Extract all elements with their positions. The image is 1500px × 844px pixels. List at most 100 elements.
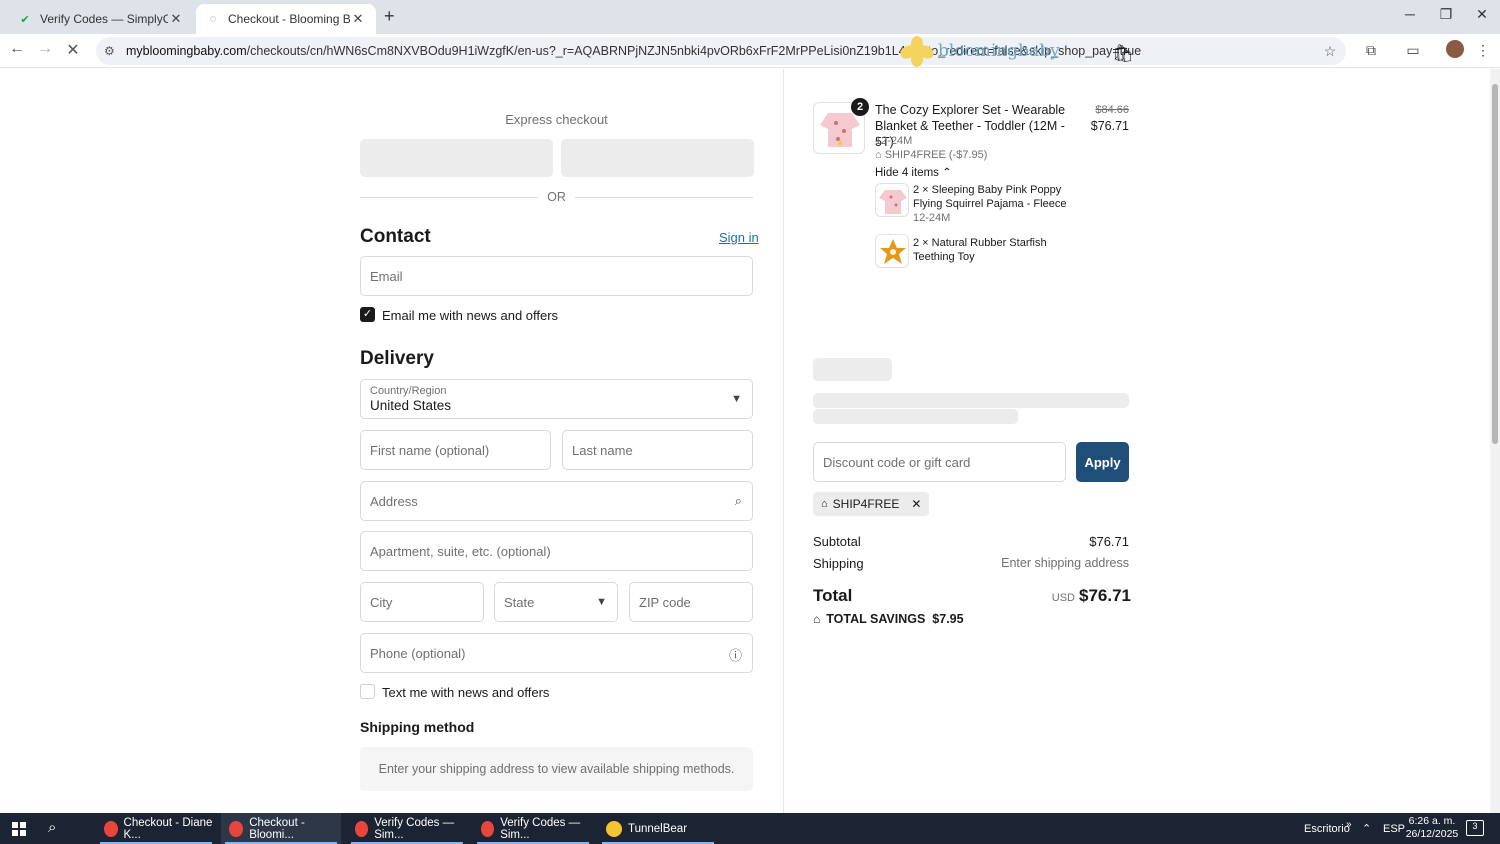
brand-logo[interactable]: bloomingbaby xyxy=(898,36,1060,67)
chrome-icon xyxy=(355,820,369,837)
scrollbar-thumb[interactable] xyxy=(1492,84,1498,444)
shopping-bag-icon[interactable]: 🛍 xyxy=(1112,44,1134,64)
order-summary-column xyxy=(783,69,1490,813)
tag-icon: ⌂ xyxy=(875,149,885,161)
flower-logo-icon xyxy=(898,36,936,67)
country-value: United States xyxy=(370,398,452,413)
stop-icon[interactable]: ✕ xyxy=(62,40,84,60)
clock-time: 6:26 a. m. xyxy=(1408,815,1456,827)
toolbar-expand-icon[interactable]: » xyxy=(1346,809,1352,840)
help-icon[interactable]: ⓘ xyxy=(729,645,742,664)
apartment-field[interactable]: Apartment, suite, etc. (optional) xyxy=(360,531,753,571)
sub-item-name: 2 × Natural Rubber Starfish Teething Toy xyxy=(913,237,1047,263)
shipping-method-heading: Shipping method xyxy=(360,719,475,735)
sub-item-thumbnail xyxy=(875,234,909,268)
sub-item-thumbnail xyxy=(875,183,909,217)
total-value: $76.71 xyxy=(1079,586,1131,605)
search-icon[interactable]: ⌕ xyxy=(48,819,56,836)
back-icon[interactable]: ← xyxy=(6,40,28,58)
tunnelbear-icon xyxy=(606,820,622,837)
menu-icon[interactable]: ⋮ xyxy=(1472,42,1494,59)
minimize-icon[interactable]: ─ xyxy=(1400,6,1420,22)
close-tab-icon[interactable]: ✕ xyxy=(350,11,366,27)
address-field[interactable]: Address ⌕ xyxy=(360,481,753,521)
chevron-down-icon: ▼ xyxy=(731,393,742,405)
remove-discount-icon[interactable]: ✕ xyxy=(911,497,921,511)
tab-title: Checkout - Blooming Baby xyxy=(228,12,350,26)
applied-code: SHIP4FREE xyxy=(832,497,900,511)
express-pay-button[interactable] xyxy=(360,139,553,177)
tab-checkout[interactable]: ◌ Checkout - Blooming Baby ✕ xyxy=(196,4,376,34)
discount-code-input[interactable]: Discount code or gift card xyxy=(813,442,1066,482)
tray-overflow-icon[interactable]: ⌃ xyxy=(1362,813,1371,844)
shipping-method-placeholder: Enter your shipping address to view avai… xyxy=(360,747,753,791)
hide-items-toggle[interactable]: Hide 4 items ⌃ xyxy=(875,165,952,179)
profile-avatar[interactable] xyxy=(1446,40,1464,58)
bookmark-star-icon[interactable]: ☆ xyxy=(1318,43,1342,60)
chrome-icon xyxy=(104,820,118,837)
taskbar-app-chrome[interactable]: Checkout - Diane K... xyxy=(96,813,216,844)
text-news-checkbox[interactable] xyxy=(360,684,375,699)
shipping-label: Shipping xyxy=(813,556,864,571)
loading-skeleton xyxy=(813,393,1129,408)
site-info-icon[interactable]: ⚙ xyxy=(104,44,122,58)
windows-start-icon[interactable] xyxy=(12,822,26,836)
apply-discount-button[interactable]: Apply xyxy=(1076,442,1129,482)
search-icon: ⌕ xyxy=(734,493,742,508)
text-news-label: Text me with news and offers xyxy=(382,685,550,700)
savings-value: $7.95 xyxy=(932,612,964,626)
country-select[interactable]: Country/Region United States ▼ xyxy=(360,379,753,419)
zip-field[interactable]: ZIP code xyxy=(629,582,753,622)
last-name-field[interactable]: Last name xyxy=(562,430,753,470)
applied-discount-chip: ⌂ SHIP4FREE ✕ xyxy=(813,492,930,516)
quantity-badge: 2 xyxy=(851,98,869,116)
extensions-icon[interactable]: ⧉ xyxy=(1360,42,1382,59)
notification-center-icon[interactable]: 3 xyxy=(1466,820,1484,836)
phone-placeholder: Phone (optional) xyxy=(370,645,466,661)
email-field[interactable]: Email xyxy=(360,256,753,296)
close-tab-icon[interactable]: ✕ xyxy=(168,11,184,27)
tag-icon: ⌂ xyxy=(813,612,821,626)
desktop-toolbar-label[interactable]: Escritorio xyxy=(1304,813,1350,844)
email-news-label: Email me with news and offers xyxy=(382,308,559,323)
state-placeholder: State xyxy=(504,594,535,610)
divider-line xyxy=(575,197,753,198)
address-bar[interactable]: ⚙ mybloomingbaby.com/checkouts/cn/hWN6sC… xyxy=(96,37,1346,65)
tab-verify-codes[interactable]: ✔ Verify Codes — SimplyCodes ✕ xyxy=(8,4,194,34)
clock[interactable]: 6:26 a. m. 26/12/2025 xyxy=(1404,815,1460,841)
sign-in-link[interactable]: Sign in xyxy=(719,230,759,245)
restore-icon[interactable]: ❐ xyxy=(1436,6,1456,23)
city-field[interactable]: City xyxy=(360,582,484,622)
total-currency: USD xyxy=(1051,592,1075,604)
taskbar-app-tunnelbear[interactable]: TunnelBear xyxy=(598,813,718,844)
state-select[interactable]: State ▼ xyxy=(494,582,618,622)
toolbar: ← → ✕ ⚙ mybloomingbaby.com/checkouts/cn/… xyxy=(0,34,1500,68)
taskbar-app-chrome[interactable]: Verify Codes — Sim... xyxy=(473,813,593,844)
checkout-page: Express checkout OR Contact Sign in Emai… xyxy=(0,69,1490,813)
express-pay-button[interactable] xyxy=(561,139,754,177)
shipping-value: Enter shipping address xyxy=(1001,556,1129,570)
tag-icon: ⌂ xyxy=(821,498,828,510)
new-tab-icon[interactable]: + xyxy=(384,6,395,27)
chrome-icon xyxy=(229,820,244,837)
forward-icon[interactable]: → xyxy=(34,40,56,58)
taskbar-app-chrome[interactable]: Checkout - Bloomi... xyxy=(221,813,341,844)
subtotal-label: Subtotal xyxy=(813,534,861,549)
tab-strip: ✔ Verify Codes — SimplyCodes ✕ ◌ Checkou… xyxy=(0,0,1500,34)
total-savings: ⌂ TOTAL SAVINGS $7.95 xyxy=(813,612,964,626)
savings-label: TOTAL SAVINGS xyxy=(826,612,926,626)
subtotal-value: $76.71 xyxy=(1089,534,1129,549)
product-variant: 12-24M xyxy=(875,135,913,147)
simplycodes-favicon-icon: ✔ xyxy=(20,13,30,26)
email-news-checkbox[interactable]: ✓ xyxy=(360,307,375,322)
tab-search-icon[interactable]: ▭ xyxy=(1402,42,1424,59)
express-checkout-title: Express checkout xyxy=(505,112,608,127)
close-window-icon[interactable]: ✕ xyxy=(1472,6,1492,23)
original-price: $84.66 xyxy=(1095,104,1129,116)
brand-name: bloomingbaby xyxy=(938,41,1060,61)
first-name-field[interactable]: First name (optional) xyxy=(360,430,551,470)
language-indicator[interactable]: ESP xyxy=(1383,813,1405,844)
taskbar-app-chrome[interactable]: Verify Codes — Sim... xyxy=(347,813,467,844)
phone-field[interactable]: Phone (optional) ⓘ xyxy=(360,633,753,673)
product-discount: ⌂ SHIP4FREE (-$7.95) xyxy=(875,149,988,161)
